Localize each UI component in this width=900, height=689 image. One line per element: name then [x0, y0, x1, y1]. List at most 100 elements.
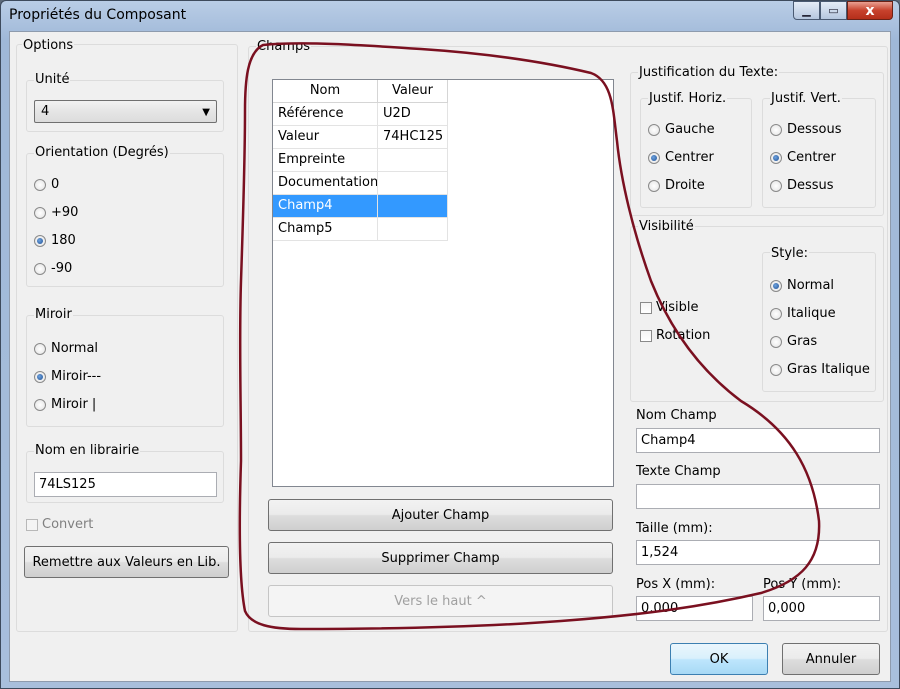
radio-icon: [770, 336, 782, 348]
grid-cell-value[interactable]: [378, 172, 448, 195]
convert-checkbox[interactable]: Convert: [26, 517, 93, 533]
mirror-normal-radio[interactable]: Normal: [34, 341, 98, 357]
orientation-minus90-label: -90: [51, 261, 73, 276]
radio-selected-icon: [770, 152, 782, 164]
style-italic-radio[interactable]: Italique: [770, 306, 836, 322]
radio-icon: [34, 399, 46, 411]
grid-cell-name[interactable]: Valeur: [273, 126, 378, 149]
radio-icon: [34, 207, 46, 219]
radio-selected-icon: [34, 371, 46, 383]
cancel-button[interactable]: Annuler: [782, 643, 880, 675]
reset-to-library-button[interactable]: Remettre aux Valeurs en Lib.: [24, 546, 229, 578]
radio-icon: [770, 308, 782, 320]
properties-dialog: Propriétés du Composant ▁ ▭ x Options Un…: [0, 0, 900, 689]
ok-button[interactable]: OK: [670, 643, 768, 675]
style-normal-radio[interactable]: Normal: [770, 278, 834, 294]
visibility-label: Visibilité: [638, 219, 695, 234]
vertical-justify-label: Justif. Vert.: [770, 91, 842, 106]
rotation-checkbox[interactable]: Rotation: [640, 328, 710, 344]
style-normal-label: Normal: [787, 278, 835, 293]
minimize-button[interactable]: ▁: [793, 1, 820, 20]
grid-cell-name[interactable]: Documentation: [273, 172, 378, 195]
pos-y-label: Pos Y (mm):: [763, 577, 842, 592]
orientation-90-label: +90: [51, 205, 79, 220]
justify-hcenter-label: Centrer: [665, 150, 714, 165]
library-name-input[interactable]: 74LS125: [34, 472, 217, 497]
visible-checkbox[interactable]: Visible: [640, 300, 698, 316]
add-field-button[interactable]: Ajouter Champ: [268, 499, 613, 531]
grid-cell-name[interactable]: Champ4: [273, 195, 378, 218]
size-input[interactable]: 1,524: [636, 540, 880, 565]
library-name-label: Nom en librairie: [34, 443, 141, 458]
justification-label: Justification du Texte:: [638, 65, 780, 80]
window-title: Propriétés du Composant: [9, 7, 187, 23]
grid-cell-name[interactable]: Champ5: [273, 218, 378, 241]
field-text-label: Texte Champ: [636, 464, 721, 479]
orientation-0-radio[interactable]: 0: [34, 177, 59, 193]
convert-label: Convert: [42, 517, 94, 532]
title-bar[interactable]: Propriétés du Composant ▁ ▭ x: [1, 1, 899, 31]
justify-right-radio[interactable]: Droite: [648, 178, 705, 194]
field-name-input[interactable]: Champ4: [636, 428, 880, 453]
style-bold-radio[interactable]: Gras: [770, 334, 817, 350]
orientation-180-radio[interactable]: 180: [34, 233, 76, 249]
rotation-label: Rotation: [656, 328, 711, 343]
orientation-minus90-radio[interactable]: -90: [34, 261, 72, 277]
chevron-down-icon: ▼: [202, 107, 210, 118]
checkbox-icon: [26, 519, 38, 531]
fields-grid[interactable]: Nom Valeur Référence U2D Valeur 74HC125 Empr…: [272, 79, 614, 487]
justify-right-label: Droite: [665, 178, 705, 193]
orientation-0-label: 0: [51, 177, 60, 192]
maximize-button[interactable]: ▭: [820, 1, 847, 20]
pos-x-input[interactable]: 0,000: [636, 596, 753, 621]
grid-cell-value[interactable]: U2D: [378, 103, 448, 126]
minimize-icon: ▁: [802, 4, 811, 17]
justify-top-radio[interactable]: Dessus: [770, 178, 834, 194]
style-bold-italic-radio[interactable]: Gras Italique: [770, 362, 870, 378]
mirror-horizontal-radio[interactable]: Miroir---: [34, 369, 101, 385]
pos-y-input[interactable]: 0,000: [763, 596, 880, 621]
grid-cell-value[interactable]: 74HC125: [378, 126, 448, 149]
grid-cell-name[interactable]: Référence: [273, 103, 378, 126]
justify-top-label: Dessus: [787, 178, 834, 193]
field-name-label: Nom Champ: [636, 408, 717, 423]
orientation-90-radio[interactable]: +90: [34, 205, 78, 221]
justify-bottom-radio[interactable]: Dessous: [770, 122, 842, 138]
style-label: Style:: [770, 246, 810, 261]
fields-label: Champs: [256, 39, 311, 54]
unit-value: 4: [41, 104, 50, 119]
justify-hcenter-radio[interactable]: Centrer: [648, 150, 714, 166]
unit-select[interactable]: 4 ▼: [34, 100, 217, 123]
delete-field-button[interactable]: Supprimer Champ: [268, 542, 613, 574]
style-italic-label: Italique: [787, 306, 836, 321]
dialog-body: Options Unité 4 ▼ Orientation (Degrés) 0…: [9, 31, 891, 682]
mirror-vertical-label: Miroir |: [51, 397, 97, 412]
column-header-value[interactable]: Valeur: [378, 80, 448, 103]
visible-label: Visible: [656, 300, 699, 315]
column-header-name[interactable]: Nom: [273, 80, 378, 103]
grid-cell-name[interactable]: Empreinte: [273, 149, 378, 172]
radio-selected-icon: [648, 152, 660, 164]
justify-left-radio[interactable]: Gauche: [648, 122, 715, 138]
style-bold-italic-label: Gras Italique: [787, 362, 870, 377]
checkbox-icon: [640, 302, 652, 314]
mirror-vertical-radio[interactable]: Miroir |: [34, 397, 96, 413]
grid-cell-value[interactable]: [378, 218, 448, 241]
mirror-horizontal-label: Miroir---: [51, 369, 102, 384]
grid-cell-value[interactable]: [378, 149, 448, 172]
radio-icon: [770, 364, 782, 376]
radio-selected-icon: [770, 280, 782, 292]
justify-vcenter-radio[interactable]: Centrer: [770, 150, 836, 166]
options-label: Options: [22, 38, 75, 53]
close-icon: x: [865, 2, 875, 19]
style-bold-label: Gras: [787, 334, 818, 349]
checkbox-icon: [640, 330, 652, 342]
close-button[interactable]: x: [847, 1, 893, 20]
grid-cell-value[interactable]: [378, 195, 448, 218]
justify-bottom-label: Dessous: [787, 122, 842, 137]
caption-buttons: ▁ ▭ x: [793, 1, 893, 20]
move-up-button[interactable]: Vers le haut ^: [268, 585, 613, 617]
radio-icon: [770, 124, 782, 136]
mirror-normal-label: Normal: [51, 341, 99, 356]
field-text-input[interactable]: [636, 484, 880, 509]
